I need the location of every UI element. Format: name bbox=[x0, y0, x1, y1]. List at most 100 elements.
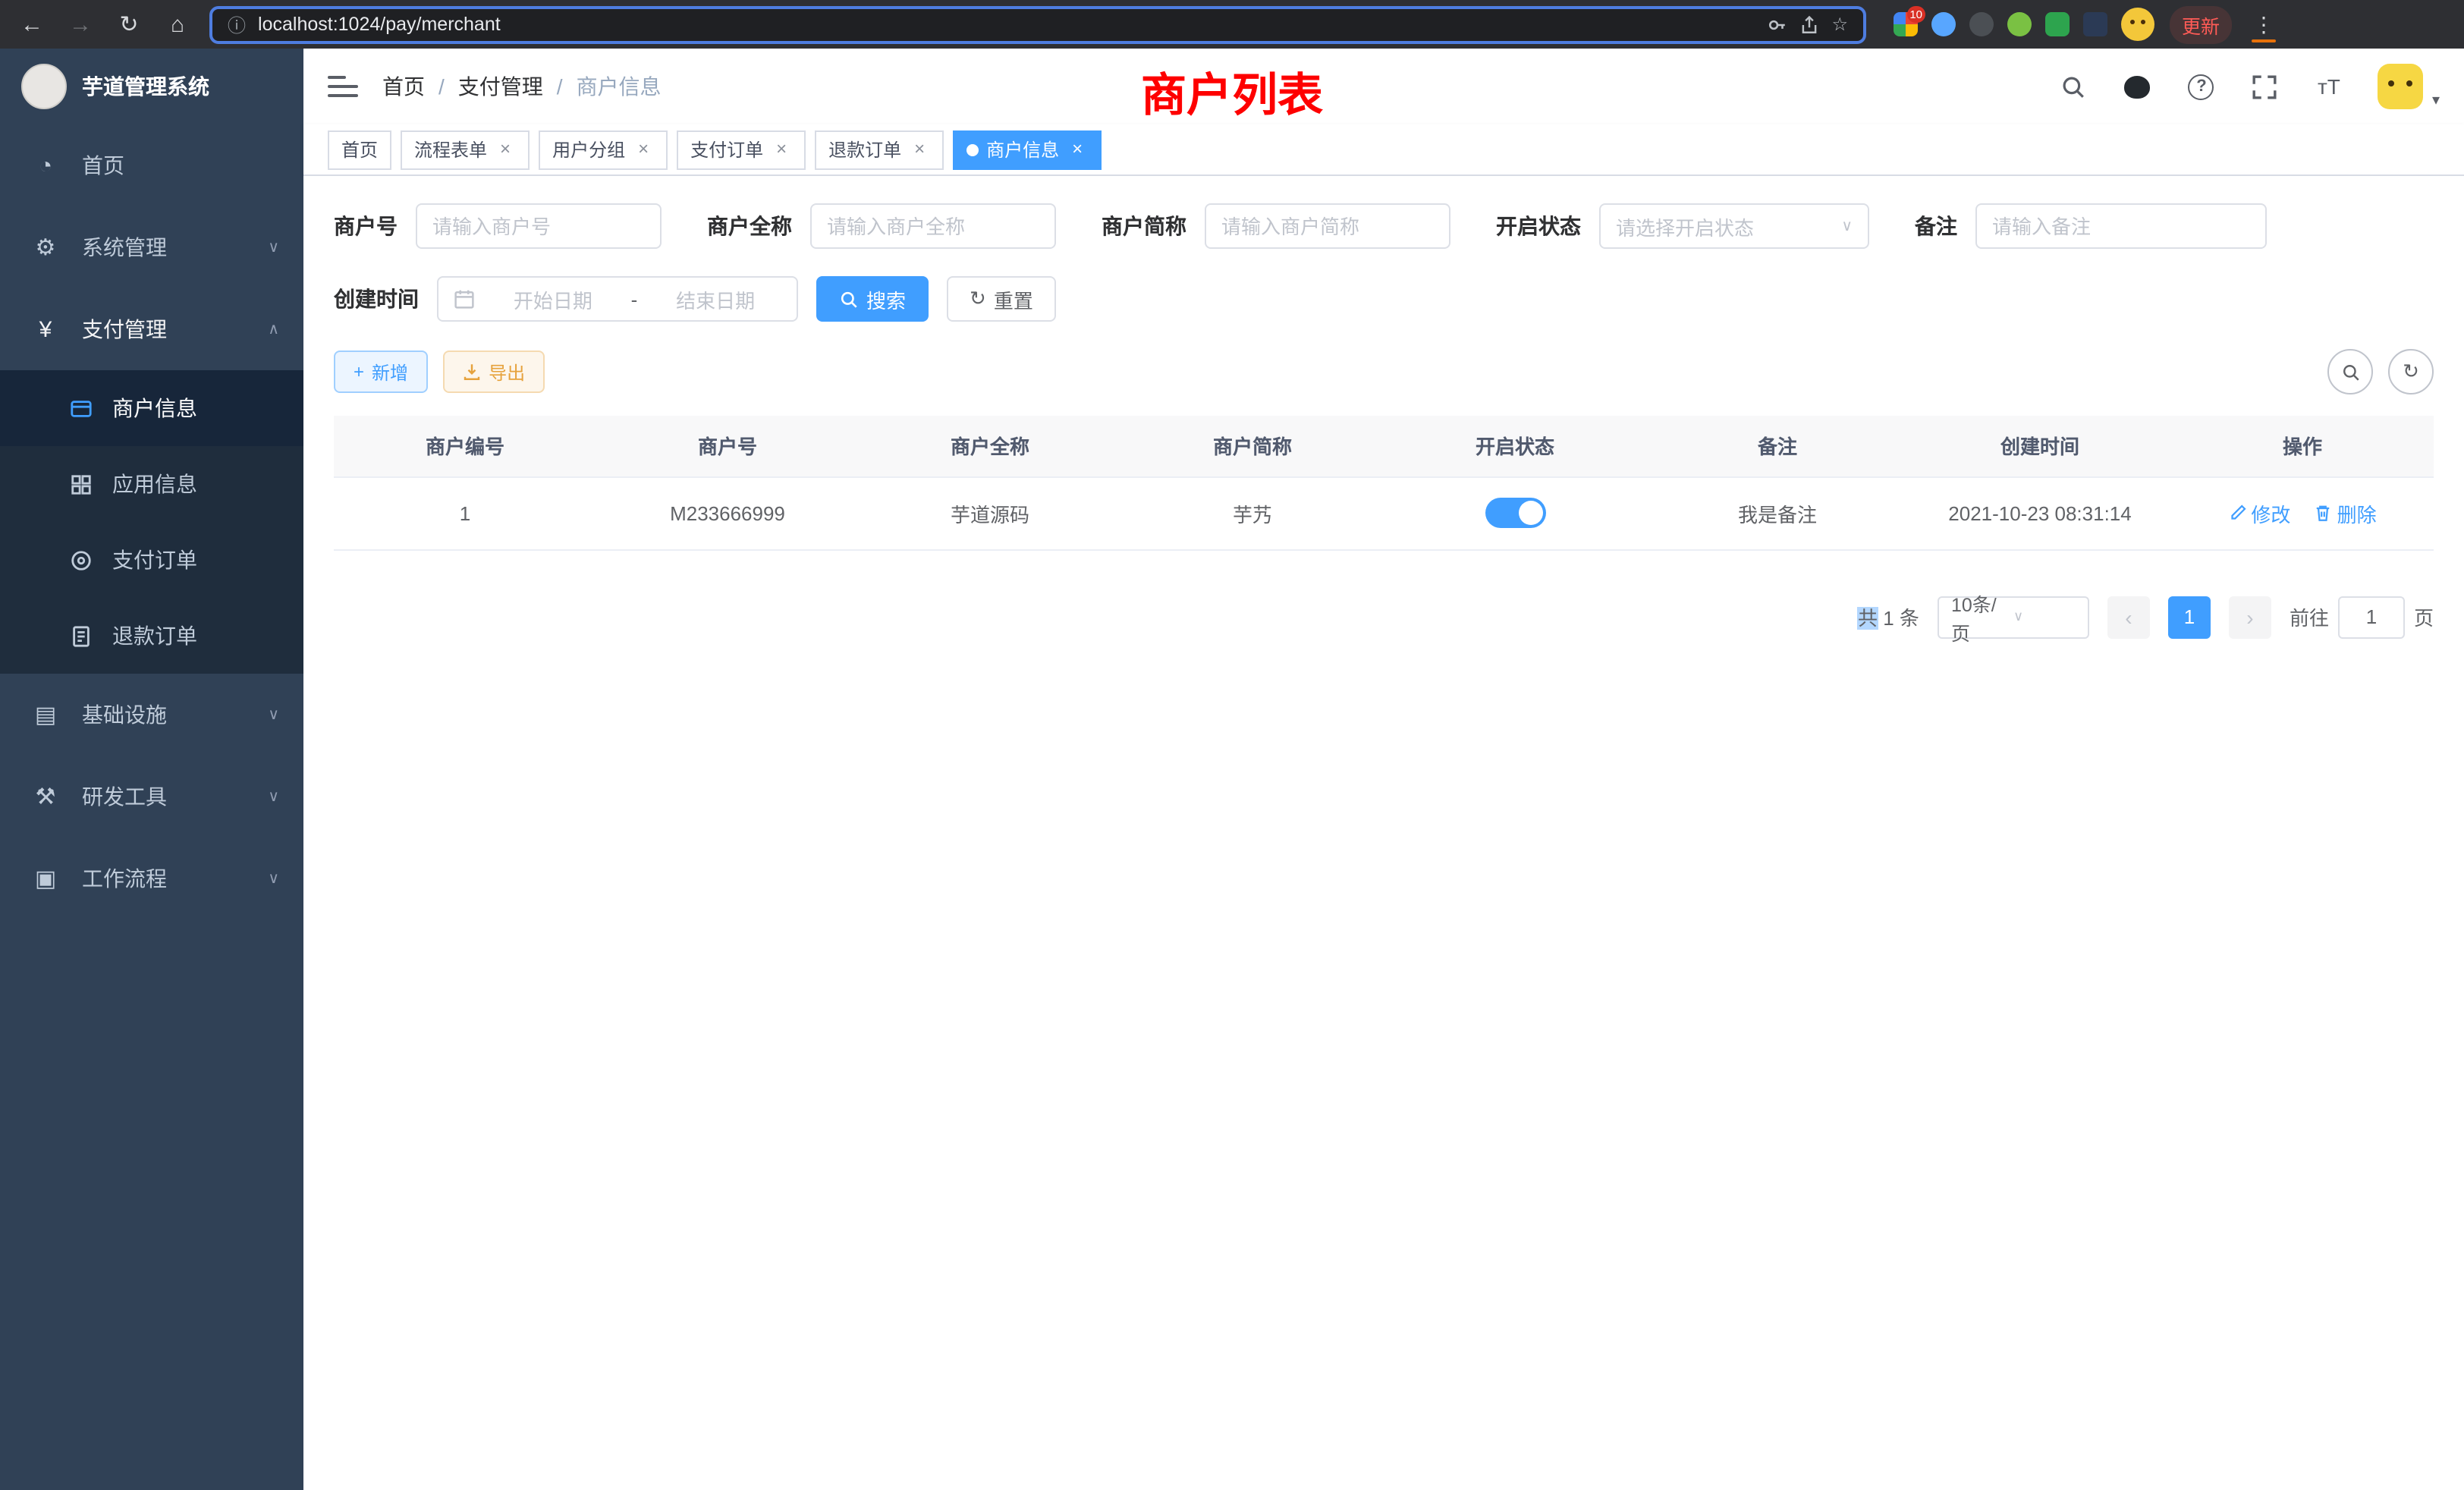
breadcrumb-separator: / bbox=[438, 74, 445, 99]
avatar-caret-icon: ▾ bbox=[2432, 93, 2440, 109]
sidebar-item-infrastructure[interactable]: ▤ 基础设施 ∨ bbox=[0, 674, 303, 756]
site-info-icon[interactable]: ⓘ bbox=[228, 11, 246, 37]
remark-input[interactable] bbox=[1975, 203, 2267, 249]
help-icon[interactable]: ? bbox=[2186, 71, 2217, 102]
tab-label: 支付订单 bbox=[690, 137, 763, 162]
sidebar-item-payment[interactable]: ¥ 支付管理 ∧ bbox=[0, 288, 303, 370]
bookmark-star-icon[interactable]: ☆ bbox=[1831, 14, 1848, 35]
extension-blue-icon[interactable] bbox=[1931, 12, 1956, 36]
sidebar-item-label: 基础设施 bbox=[82, 699, 268, 730]
github-icon[interactable] bbox=[2123, 71, 2153, 102]
font-size-icon[interactable]: тT bbox=[2314, 71, 2344, 102]
page-number-button[interactable]: 1 bbox=[2168, 596, 2211, 638]
dashboard-icon: ◔ bbox=[30, 152, 61, 178]
col-short-name: 商户简称 bbox=[1121, 416, 1384, 476]
sidebar-item-workflow[interactable]: ▣ 工作流程 ∨ bbox=[0, 838, 303, 919]
edit-button[interactable]: 修改 bbox=[2228, 498, 2290, 527]
chevron-down-icon: ∨ bbox=[268, 870, 279, 887]
status-toggle[interactable] bbox=[1485, 498, 1545, 528]
export-button[interactable]: 导出 bbox=[443, 350, 545, 393]
status-select[interactable]: 请选择开启状态 ∨ bbox=[1599, 203, 1869, 249]
close-icon[interactable]: × bbox=[633, 139, 654, 160]
add-button[interactable]: + 新增 bbox=[334, 350, 428, 393]
browser-profile-avatar[interactable] bbox=[2121, 8, 2154, 41]
sidebar-item-dev-tools[interactable]: ⚒ 研发工具 ∨ bbox=[0, 756, 303, 838]
back-icon[interactable]: ← bbox=[15, 11, 49, 37]
sidebar-item-label: 应用信息 bbox=[112, 469, 197, 499]
plus-icon: + bbox=[354, 361, 364, 382]
monitor-icon: ▤ bbox=[30, 701, 61, 728]
extensions-puzzle-icon[interactable]: 10 bbox=[1894, 12, 1918, 36]
tab-home[interactable]: 首页 bbox=[328, 130, 391, 169]
refresh-table-button[interactable]: ↻ bbox=[2388, 349, 2434, 395]
breadcrumb-separator: / bbox=[557, 74, 563, 99]
full-name-input[interactable] bbox=[810, 203, 1056, 249]
sidebar-item-label: 商户信息 bbox=[112, 393, 197, 423]
sidebar-item-merchant-info[interactable]: 商户信息 bbox=[0, 370, 303, 446]
tab-refund-order[interactable]: 退款订单 × bbox=[815, 130, 944, 169]
search-form-row-1: 商户号 商户全称 商户简称 开启状态 请选择开启状态 bbox=[334, 203, 2434, 249]
chevron-down-icon: ∨ bbox=[268, 788, 279, 805]
merchant-no-input[interactable] bbox=[416, 203, 662, 249]
breadcrumb-payment[interactable]: 支付管理 bbox=[458, 71, 543, 102]
extension-dark-icon[interactable] bbox=[1969, 12, 1994, 36]
cell-remark: 我是备注 bbox=[1646, 476, 1909, 549]
sidebar-item-label: 系统管理 bbox=[82, 232, 268, 262]
browser-menu-icon[interactable]: ⋮ bbox=[2247, 11, 2280, 37]
hamburger-icon[interactable] bbox=[328, 76, 358, 97]
toggle-search-button[interactable] bbox=[2327, 349, 2373, 395]
search-icon[interactable] bbox=[2059, 71, 2089, 102]
close-icon[interactable]: × bbox=[1067, 139, 1088, 160]
sidebar-item-system[interactable]: ⚙ 系统管理 ∨ bbox=[0, 206, 303, 288]
search-button[interactable]: 搜索 bbox=[816, 276, 929, 322]
cell-short-name: 芋艿 bbox=[1121, 476, 1384, 549]
browser-update-button[interactable]: 更新 bbox=[2170, 5, 2232, 43]
full-name-label: 商户全称 bbox=[707, 211, 792, 241]
extension-green-circle-icon[interactable] bbox=[2007, 12, 2032, 36]
next-page-button[interactable]: › bbox=[2229, 596, 2271, 638]
create-time-range-picker[interactable]: 开始日期 - 结束日期 bbox=[437, 276, 798, 322]
goto-page-input[interactable] bbox=[2338, 596, 2405, 638]
home-icon[interactable]: ⌂ bbox=[161, 11, 194, 37]
logo[interactable]: 芋道管理系统 bbox=[0, 49, 303, 124]
table-row: 1 M233666999 芋道源码 芋艿 我是备注 2021-10-23 08:… bbox=[334, 476, 2434, 549]
fullscreen-icon[interactable] bbox=[2250, 71, 2280, 102]
prev-page-button[interactable]: ‹ bbox=[2107, 596, 2150, 638]
workflow-icon: ▣ bbox=[30, 865, 61, 892]
reset-icon: ↻ bbox=[970, 287, 986, 311]
page-size-select[interactable]: 10条/页 ∨ bbox=[1938, 596, 2089, 638]
share-icon[interactable] bbox=[1799, 14, 1819, 34]
close-icon[interactable]: × bbox=[771, 139, 792, 160]
forward-icon[interactable]: → bbox=[64, 11, 97, 37]
sidebar-item-pay-order[interactable]: 支付订单 bbox=[0, 522, 303, 598]
sidebar-item-home[interactable]: ◔ 首页 bbox=[0, 124, 303, 206]
edit-label: 修改 bbox=[2251, 498, 2290, 527]
col-remark: 备注 bbox=[1646, 416, 1909, 476]
user-avatar[interactable]: ▾ bbox=[2378, 64, 2440, 109]
tab-label: 商户信息 bbox=[986, 137, 1059, 162]
merchant-no-label: 商户号 bbox=[334, 211, 398, 241]
delete-button[interactable]: 删除 bbox=[2315, 498, 2377, 527]
refresh-icon[interactable]: ↻ bbox=[112, 11, 146, 38]
sidebar-item-refund-order[interactable]: 退款订单 bbox=[0, 598, 303, 674]
extension-green-square-icon[interactable] bbox=[2045, 12, 2070, 36]
payment-submenu: 商户信息 应用信息 支付订单 bbox=[0, 370, 303, 674]
tab-user-group[interactable]: 用户分组 × bbox=[539, 130, 668, 169]
reset-button[interactable]: ↻ 重置 bbox=[947, 276, 1056, 322]
create-time-label: 创建时间 bbox=[334, 284, 419, 314]
close-icon[interactable]: × bbox=[909, 139, 930, 160]
key-icon[interactable] bbox=[1768, 14, 1787, 34]
short-name-input[interactable] bbox=[1205, 203, 1450, 249]
tab-process-form[interactable]: 流程表单 × bbox=[401, 130, 530, 169]
breadcrumb-home[interactable]: 首页 bbox=[382, 71, 425, 102]
sidebar-item-app-info[interactable]: 应用信息 bbox=[0, 446, 303, 522]
document-icon bbox=[67, 624, 94, 647]
address-bar[interactable]: ⓘ localhost:1024/pay/merchant ☆ bbox=[209, 5, 1866, 43]
close-icon[interactable]: × bbox=[495, 139, 516, 160]
tab-pay-order[interactable]: 支付订单 × bbox=[677, 130, 806, 169]
target-icon bbox=[67, 549, 94, 571]
tab-merchant-info[interactable]: 商户信息 × bbox=[953, 130, 1102, 169]
pagination: 共 1 条 10条/页 ∨ ‹ 1 › 前往 页 bbox=[334, 596, 2434, 638]
logo-avatar-image bbox=[21, 64, 67, 109]
extension-navy-icon[interactable] bbox=[2083, 12, 2107, 36]
